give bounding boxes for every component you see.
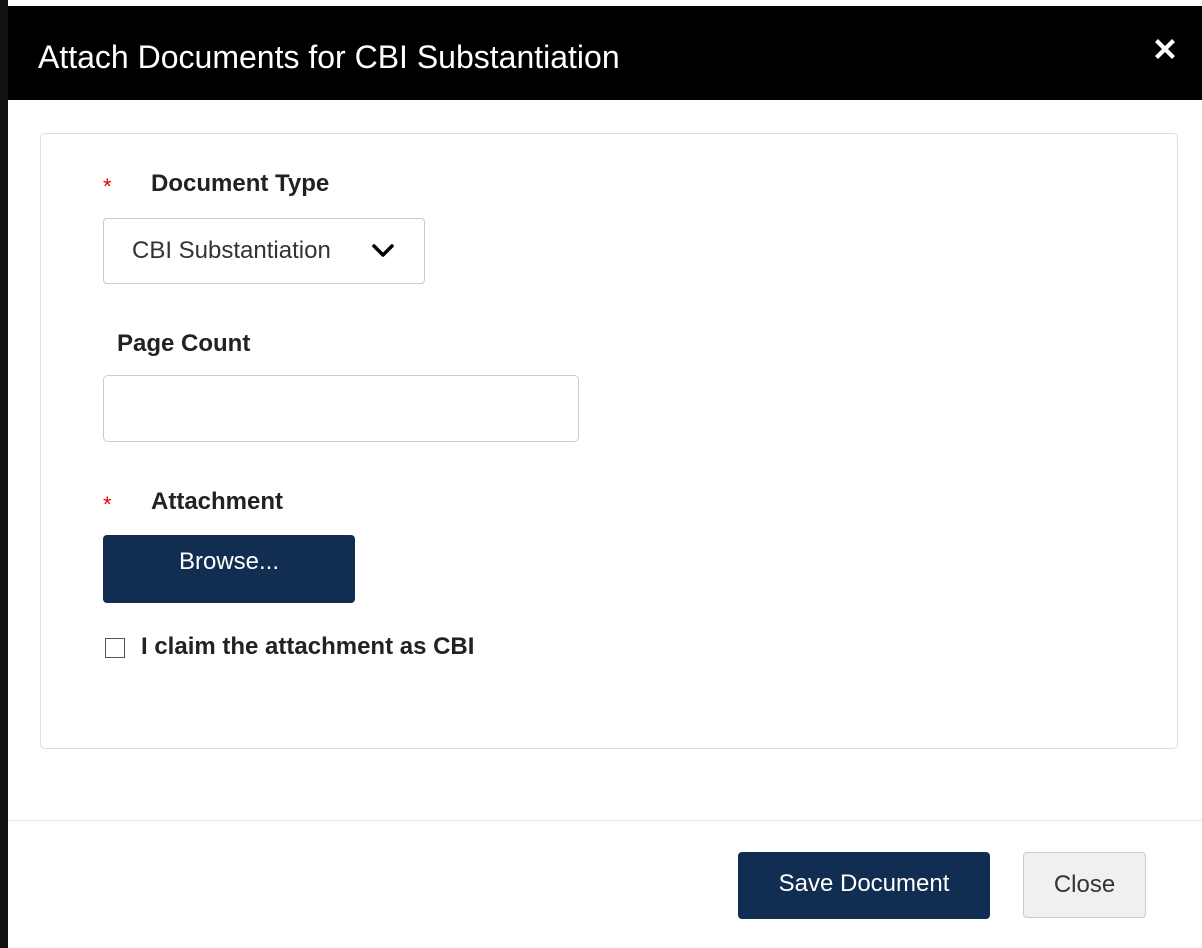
cbi-claim-checkbox[interactable] [105,638,125,658]
document-type-label: Document Type [151,170,330,197]
footer-divider [8,820,1202,821]
document-type-select[interactable]: CBI Substantiation [103,218,425,284]
required-marker: * [103,492,112,517]
save-document-button[interactable]: Save Document [738,852,990,919]
document-type-selected-value: CBI Substantiation [132,237,331,264]
chevron-down-icon [372,244,394,257]
close-button-label: Close [1053,871,1116,898]
close-button[interactable]: Close [1023,852,1146,918]
dialog-header: Attach Documents for CBI Substantiation [8,6,1202,100]
dialog-title: Attach Documents for CBI Substantiation [38,39,620,75]
page-count-input[interactable] [103,375,579,442]
browse-button[interactable]: Browse... [103,535,355,603]
close-icon[interactable] [1150,34,1180,64]
cbi-claim-label[interactable]: I claim the attachment as CBI [141,633,474,661]
required-marker: * [103,174,112,199]
attachment-label: Attachment [151,488,284,515]
form-panel: * Document Type CBI Substantiation Page … [40,133,1178,749]
save-document-label: Save Document [778,870,950,897]
page-count-label: Page Count [117,330,251,357]
browse-button-label: Browse... [178,548,280,575]
attach-documents-dialog: Attach Documents for CBI Substantiation … [0,0,1202,948]
